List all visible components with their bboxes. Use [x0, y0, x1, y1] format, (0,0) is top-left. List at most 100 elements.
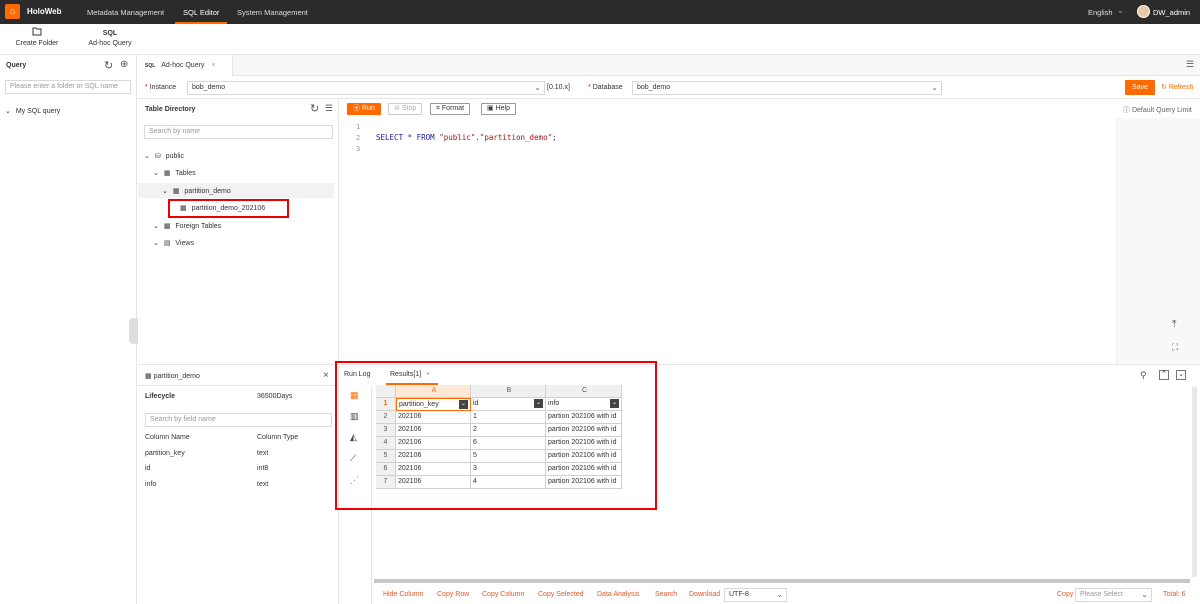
table-folder-icon: ▦: [163, 170, 171, 177]
folder-plus-icon: [14, 27, 60, 40]
tab-adhoc-query[interactable]: SQL Ad-hoc Query ×: [138, 55, 233, 76]
horizontal-scrollbar[interactable]: [374, 579, 1190, 583]
chevron-down-icon: ⌄: [153, 223, 159, 230]
username[interactable]: DW_admin: [1153, 8, 1190, 17]
table-directory-panel: Table Directory ↻ ☰ Search by name ⌄ ⛁ p…: [138, 99, 339, 363]
field-search-input[interactable]: Search by field name: [145, 413, 332, 427]
sql-editor[interactable]: 1 2 3 SELECT * FROM "public"."partition_…: [340, 118, 1200, 364]
refresh-icon[interactable]: ↻: [104, 59, 113, 72]
run-button[interactable]: ⦿ Run: [347, 103, 381, 115]
help-button[interactable]: ▣ Help: [481, 103, 516, 115]
divider: [138, 385, 338, 386]
copy-selected-button[interactable]: Copy Selected: [538, 591, 584, 598]
highlight-box: [335, 361, 657, 510]
query-title: Query: [6, 62, 27, 69]
nav-sql-editor[interactable]: SQL Editor: [183, 8, 219, 17]
sidebar-item-my-sql-query[interactable]: ⌄ My SQL query: [5, 107, 60, 115]
nav-metadata-management[interactable]: Metadata Management: [87, 8, 164, 17]
scroll-top-icon[interactable]: ⤒: [1172, 319, 1176, 330]
encoding-value: UTF-8: [729, 591, 749, 598]
close-icon[interactable]: ×: [323, 370, 329, 381]
tree-node-foreign-tables[interactable]: ⌄ ▦ Foreign Tables: [153, 222, 221, 230]
column-name: info: [145, 481, 157, 488]
table-directory-title: Table Directory: [145, 106, 196, 113]
chevron-down-icon: ⌄: [162, 188, 168, 195]
adhoc-query-button[interactable]: SQL Ad-hoc Query: [86, 27, 134, 47]
instance-select[interactable]: bob_demo ⌄: [187, 81, 545, 95]
tree-node-label: Foreign Tables: [175, 223, 222, 230]
main-toolbar: Create Folder SQL Ad-hoc Query: [0, 24, 1200, 55]
collapse-up-icon[interactable]: ⌃: [1159, 370, 1169, 380]
nav-system-management[interactable]: System Management: [237, 8, 308, 17]
tree-node-tables[interactable]: ⌄ ▦ Tables: [153, 169, 196, 177]
user-avatar[interactable]: [1137, 5, 1150, 18]
lifecycle-label: Lifecycle: [145, 393, 175, 400]
sql-icon: SQL: [145, 63, 156, 69]
sql-code-line: SELECT * FROM "public"."partition_demo";: [376, 133, 557, 142]
info-icon: ⓘ: [1123, 107, 1130, 114]
table-icon: ▦: [172, 188, 180, 195]
query-sidebar: Query ↻ ⊕ Please enter a folder or SQL n…: [0, 55, 138, 604]
column-type: text: [257, 481, 269, 488]
collapse-handle[interactable]: [129, 318, 138, 344]
tree-node-views[interactable]: ⌄ ▤ Views: [153, 239, 194, 247]
line-number: 1: [356, 123, 361, 131]
line-number: 3: [356, 145, 361, 153]
chevron-down-icon[interactable]: ⌄: [1117, 6, 1124, 15]
tree-node-partition-demo[interactable]: ⌄ ▦ partition_demo: [162, 187, 231, 195]
copy-format-select[interactable]: Please Select ⌄: [1075, 588, 1152, 602]
save-button[interactable]: Save: [1125, 80, 1155, 95]
chevron-down-icon: ⌄: [5, 108, 11, 115]
create-folder-button[interactable]: Create Folder: [14, 27, 60, 47]
copy-row-button[interactable]: Copy Row: [437, 591, 469, 598]
editor-minimap[interactable]: [1116, 118, 1200, 364]
table-search-input[interactable]: Search by name: [144, 125, 333, 139]
chevron-down-icon: ⌄: [144, 153, 150, 160]
locate-icon[interactable]: ⊕: [120, 59, 128, 70]
hide-column-button[interactable]: Hide Column: [383, 591, 423, 598]
sql-icon: SQL: [102, 30, 118, 37]
column-type: text: [257, 450, 269, 457]
tree-node-label: public: [165, 153, 184, 160]
folder-search-input[interactable]: Please enter a folder or SQL name: [5, 80, 131, 94]
instance-value: bob_demo: [192, 84, 226, 91]
column-name: partition_key: [145, 450, 185, 457]
default-query-limit[interactable]: ⓘ Default Query Limit: [1123, 105, 1192, 115]
editor-tab-bar: SQL Ad-hoc Query × ☰: [138, 55, 1200, 76]
copy-label: Copy: [1057, 591, 1074, 598]
chevron-down-icon: ⌄: [931, 83, 938, 92]
expand-down-icon[interactable]: ⌄: [1176, 370, 1186, 380]
tree-node-label: Tables: [175, 170, 196, 177]
table-info-title: ▦ partition_demo: [145, 373, 200, 380]
refresh-button[interactable]: ↻ Refresh: [1161, 83, 1193, 91]
adhoc-query-label: Ad-hoc Query: [88, 40, 132, 47]
help-icon: ▣: [487, 105, 494, 112]
download-button[interactable]: Download: [689, 591, 720, 598]
brand-name: HoloWeb: [27, 7, 62, 16]
database-value: bob_demo: [637, 84, 671, 91]
copy-column-button[interactable]: Copy Column: [482, 591, 524, 598]
stop-button[interactable]: ⊘ Stop: [388, 103, 423, 115]
database-select[interactable]: bob_demo ⌄: [632, 81, 942, 95]
pin-icon[interactable]: ⚲: [1140, 370, 1147, 381]
chevron-down-icon: ⌄: [153, 170, 159, 177]
tree-node-public[interactable]: ⌄ ⛁ public: [144, 152, 184, 160]
tree-node-partition-demo-202106[interactable]: ▦ partition_demo_202106: [180, 204, 265, 212]
language-selector[interactable]: English: [1088, 8, 1113, 17]
refresh-icon[interactable]: ↻: [310, 102, 319, 115]
collapse-all-icon[interactable]: ☰: [325, 103, 333, 114]
encoding-select[interactable]: UTF-8 ⌄: [724, 588, 787, 602]
tab-label: Ad-hoc Query: [161, 62, 205, 69]
foreign-table-icon: ▦: [163, 223, 171, 230]
top-navigation-bar: ⌂ HoloWeb Metadata Management SQL Editor…: [0, 0, 1200, 24]
chevron-down-icon: ⌄: [534, 83, 541, 92]
close-icon[interactable]: ×: [211, 62, 215, 69]
fullscreen-icon[interactable]: ⛶: [1172, 342, 1178, 353]
menu-icon[interactable]: ☰: [1186, 59, 1194, 70]
sql-terminator: ;: [552, 133, 557, 142]
table-info-panel: ▦ partition_demo × Lifecycle 36500Days S…: [138, 364, 339, 604]
format-button[interactable]: ⌗ Format: [430, 103, 471, 115]
vertical-scrollbar[interactable]: [1192, 387, 1197, 577]
search-button[interactable]: Search: [655, 591, 677, 598]
data-analysis-button[interactable]: Data Analysis: [597, 591, 639, 598]
